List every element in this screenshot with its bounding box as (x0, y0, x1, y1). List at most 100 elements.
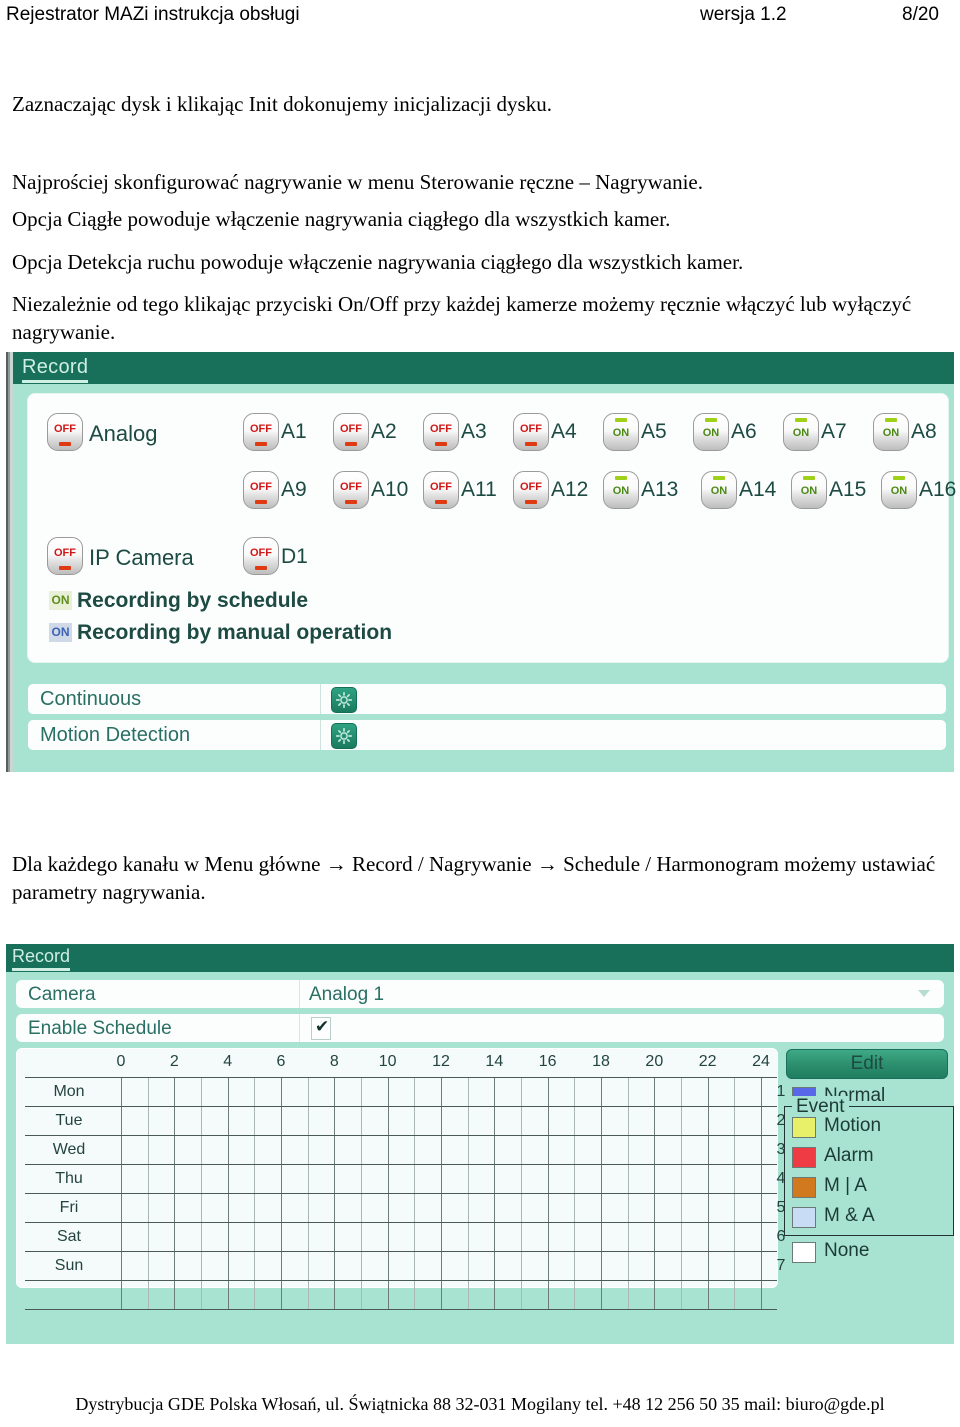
led-indicator (525, 442, 537, 446)
day-label-fri: Fri (59, 1199, 79, 1216)
option-label-motion-detection: Motion Detection (40, 724, 191, 746)
toggle-A5[interactable]: ON (603, 413, 639, 451)
hour-label-16: 16 (538, 1053, 557, 1070)
screenshot-record-schedule: Record Camera Analog 1 Enable Schedule ✔… (6, 944, 954, 1344)
label-analog-master: Analog (89, 421, 158, 446)
gear-icon[interactable] (331, 723, 357, 749)
toggle-A10[interactable]: OFF (333, 471, 369, 509)
paragraph-6: Dla każdego kanału w Menu główne → Recor… (12, 852, 936, 905)
screenshot-manual-record: Record OFF Analog OFF A1 OFF A2 OFF A3 O… (6, 352, 957, 772)
enable-schedule-checkbox[interactable]: ✔ (311, 1017, 331, 1040)
legend-label-motion: Motion (824, 1115, 882, 1136)
schedule-grid[interactable]: 0 2 4 6 8 10 12 14 16 18 20 22 24 Mon 1 Tue 2 Wed 3 Thu 4 Fr… (16, 1048, 785, 1310)
label-A5: A5 (641, 420, 667, 443)
toggle-A2[interactable]: OFF (333, 413, 369, 451)
grid-hline (25, 1309, 777, 1310)
toggle-A12[interactable]: OFF (513, 471, 549, 509)
hour-label-14: 14 (485, 1053, 504, 1070)
legend-label-none: None (824, 1240, 870, 1261)
toggle-A13-state: ON (612, 485, 630, 497)
toggle-analog-master[interactable]: OFF (47, 413, 83, 451)
hour-label-10: 10 (378, 1053, 397, 1070)
option-row-continuous[interactable]: Continuous (28, 684, 946, 714)
camera-select-row[interactable]: Camera Analog 1 (16, 980, 944, 1008)
led-indicator (705, 418, 717, 422)
label-A1: A1 (281, 420, 307, 443)
hour-label-20: 20 (645, 1053, 664, 1070)
left-scrollbar-rail[interactable] (6, 352, 13, 772)
led-indicator (893, 476, 905, 480)
chevron-down-icon[interactable] (918, 990, 930, 997)
toggle-A5-state: ON (612, 427, 630, 439)
page-header: Rejestrator MAZi instrukcja obsługi wers… (0, 0, 960, 34)
label-A16: A16 (919, 478, 957, 501)
grid-hline (25, 1251, 777, 1252)
badge-recording-by-manual: ON (49, 623, 72, 642)
led-indicator (525, 500, 537, 504)
toggle-A6[interactable]: ON (693, 413, 729, 451)
label-A11: A11 (461, 478, 497, 501)
led-indicator (435, 500, 447, 504)
toggle-analog-master-state: OFF (54, 423, 76, 435)
label-A15: A15 (829, 478, 867, 501)
row-divider (299, 980, 300, 1008)
enable-schedule-row[interactable]: Enable Schedule ✔ (16, 1014, 944, 1042)
day-label-tue: Tue (55, 1112, 83, 1129)
label-A10: A10 (371, 478, 409, 501)
toggle-A11[interactable]: OFF (423, 471, 459, 509)
toggle-A3-state: OFF (430, 423, 452, 435)
camera-value: Analog 1 (309, 984, 385, 1005)
label-A13: A13 (641, 478, 679, 501)
legend-swatch-motion (792, 1117, 816, 1138)
day-label-sun: Sun (54, 1257, 84, 1274)
led-indicator (885, 418, 897, 422)
toggle-A10-state: OFF (340, 481, 362, 493)
led-indicator (255, 566, 267, 570)
option-row-motion-detection[interactable]: Motion Detection (28, 720, 946, 750)
toggle-A13[interactable]: ON (603, 471, 639, 509)
edit-button[interactable]: Edit (786, 1049, 948, 1079)
document-version: wersja 1.2 (700, 4, 787, 25)
label-D1: D1 (281, 545, 308, 568)
toggle-ip-master[interactable]: OFF (47, 537, 83, 575)
toggle-A15[interactable]: ON (791, 471, 827, 509)
led-indicator (795, 418, 807, 422)
legend-swatch-m-and-a (792, 1207, 816, 1228)
hour-label-0: 0 (116, 1053, 126, 1070)
day-label-thu: Thu (55, 1170, 83, 1187)
toggle-A9[interactable]: OFF (243, 471, 279, 509)
toggle-A8[interactable]: ON (873, 413, 909, 451)
toggle-A16[interactable]: ON (881, 471, 917, 509)
toggle-A2-state: OFF (340, 423, 362, 435)
toggle-A7[interactable]: ON (783, 413, 819, 451)
toggle-A14[interactable]: ON (701, 471, 737, 509)
hour-label-8: 8 (329, 1053, 339, 1070)
toggle-A3[interactable]: OFF (423, 413, 459, 451)
day-label-wed: Wed (52, 1141, 86, 1158)
badge-recording-by-schedule: ON (49, 591, 72, 610)
check-icon: ✔ (315, 1017, 330, 1036)
toggle-A1-state: OFF (250, 423, 272, 435)
label-A7: A7 (821, 420, 847, 443)
led-indicator (59, 566, 71, 570)
label-A4: A4 (551, 420, 577, 443)
label-recording-by-manual: Recording by manual operation (77, 621, 393, 644)
paragraph-3: Opcja Ciągłe powoduje włączenie nagrywan… (12, 207, 671, 231)
hour-label-24: 24 (752, 1053, 770, 1070)
legend-swatch-m-or-a (792, 1177, 816, 1198)
day-label-mon: Mon (53, 1083, 85, 1100)
legend-label-m-and-a: M & A (824, 1205, 875, 1226)
paragraph-2: Najprościej skonfigurować nagrywanie w m… (12, 170, 703, 194)
led-indicator (615, 418, 627, 422)
grid-hline (25, 1106, 777, 1107)
toggle-A15-state: ON (800, 485, 818, 497)
toggle-A11-state: OFF (430, 481, 452, 493)
label-A9: A9 (281, 478, 307, 501)
grid-hline (25, 1077, 777, 1078)
toggle-A1[interactable]: OFF (243, 413, 279, 451)
toggle-D1[interactable]: OFF (243, 537, 279, 575)
hour-label-4: 4 (223, 1053, 233, 1070)
gear-icon[interactable] (331, 687, 357, 713)
toggle-A4[interactable]: OFF (513, 413, 549, 451)
paragraph-4: Opcja Detekcja ruchu powoduje włączenie … (12, 250, 744, 274)
